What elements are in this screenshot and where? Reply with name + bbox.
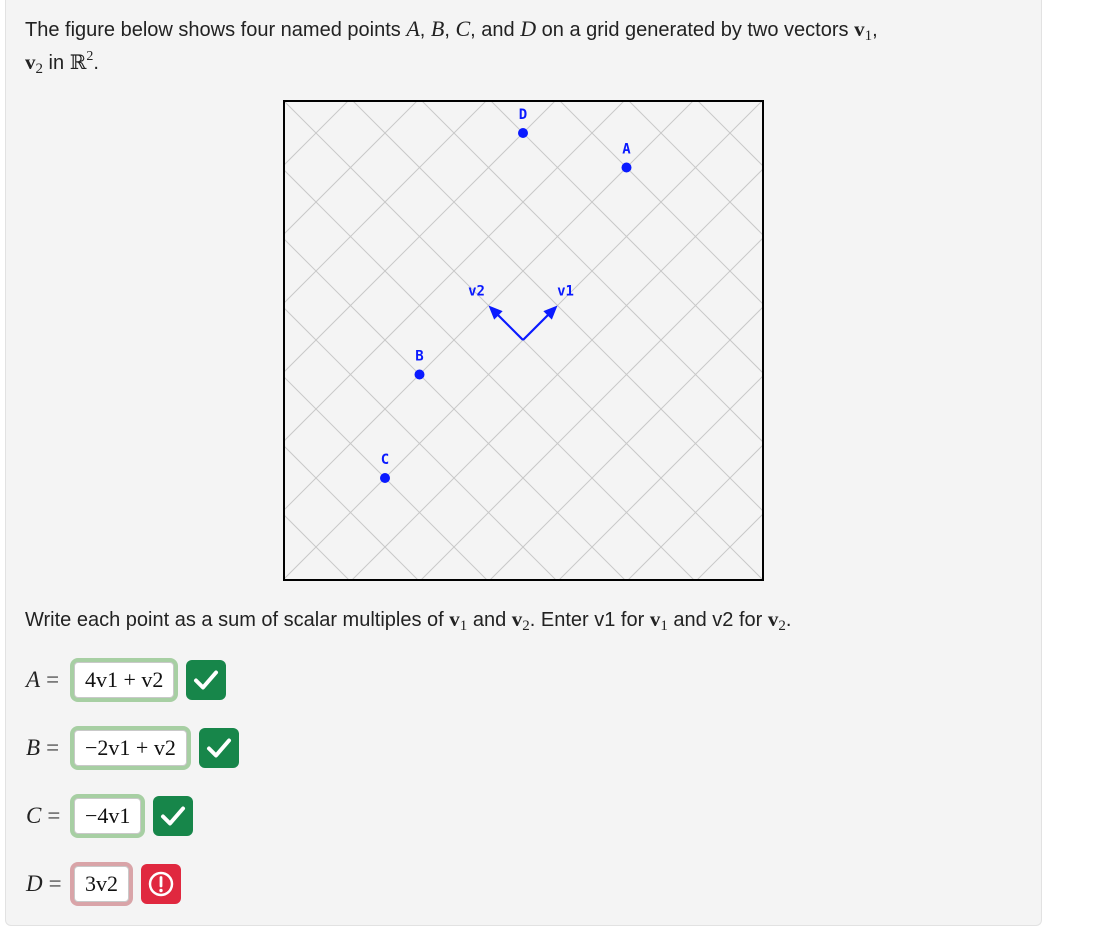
answer-row-c: C = −4v1 [26, 788, 194, 844]
grid-line [627, 444, 763, 580]
grid-line [715, 100, 764, 581]
answer-field-b[interactable]: −2v1 + v2 [70, 726, 191, 770]
point-C [380, 473, 390, 483]
point-B [414, 369, 425, 380]
check-icon [198, 728, 239, 768]
grid-line [373, 100, 764, 581]
basis-vectors: v1 v2 [468, 284, 574, 341]
grid-line [646, 100, 764, 581]
point-label-A: A [622, 142, 631, 158]
answer-label-a: A = [26, 667, 60, 692]
answer-field-d[interactable]: 3v2 [70, 862, 133, 906]
grid-line [696, 513, 763, 580]
answer-field-c[interactable]: −4v1 [70, 794, 146, 838]
grid-line [283, 100, 397, 581]
grid-line [283, 100, 673, 581]
instructions: Write each point as a sum of scalar mult… [25, 607, 792, 634]
vector-label-v1: v1 [557, 284, 574, 300]
answer-field-a[interactable]: 4v1 + v2 [70, 658, 179, 702]
answer-input-c[interactable]: −4v1 [74, 798, 142, 834]
exclamation-circle-icon [141, 864, 181, 904]
grid-line [558, 375, 763, 580]
grid-line [283, 100, 400, 581]
question-intro: The figure below shows four named points… [25, 16, 878, 77]
grid-line [283, 100, 331, 581]
answer-row-b: B = −2v1 + v2 [26, 720, 239, 776]
grid-line [649, 100, 764, 581]
grid-line [284, 307, 557, 580]
grid-line [283, 100, 535, 581]
point-A [621, 162, 632, 173]
answer-label-b: B = [26, 735, 60, 760]
grid-line [420, 237, 763, 580]
grid-line [511, 100, 764, 581]
answer-row-d: D = 3v2 [26, 856, 181, 912]
grid-line [284, 238, 626, 580]
check-icon [186, 660, 227, 700]
point-label-B: B [415, 349, 423, 365]
answer-input-d[interactable]: 3v2 [74, 866, 129, 902]
answer-row-a: A = 4v1 + v2 [26, 652, 227, 708]
check-icon [153, 796, 194, 836]
answer-input-a[interactable]: 4v1 + v2 [74, 662, 175, 698]
grid-line [284, 376, 488, 580]
grid-line [283, 100, 466, 581]
point-label-D: D [519, 107, 527, 123]
grid-line [283, 100, 742, 581]
grid-line [442, 100, 764, 581]
grid-line [284, 445, 419, 580]
vector-label-v2: v2 [468, 284, 485, 300]
grid-line [304, 100, 764, 581]
vector-grid-figure: v1 v2 A B C D [283, 100, 764, 581]
answer-input-b[interactable]: −2v1 + v2 [74, 730, 187, 766]
grid-line [489, 306, 763, 580]
answer-label-c: C = [26, 803, 61, 828]
grid-line [580, 100, 764, 581]
point-label-C: C [381, 452, 389, 468]
grid-line [284, 514, 350, 580]
point-D [518, 128, 528, 138]
grid-line [718, 100, 764, 581]
answer-label-d: D = [26, 871, 62, 896]
grid-line [283, 100, 604, 581]
grid-line [283, 100, 328, 581]
